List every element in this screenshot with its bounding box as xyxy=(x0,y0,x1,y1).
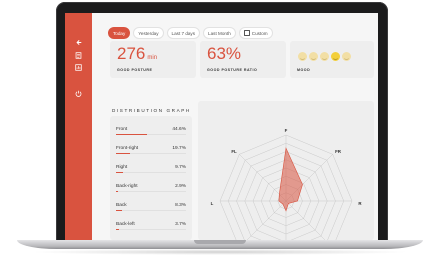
filter-custom[interactable]: Custom xyxy=(238,27,273,39)
mood-option-5-icon[interactable]: ‿ xyxy=(342,52,351,61)
filter-today-label: Today xyxy=(113,30,126,36)
radar-chart-card: F FR R L FL xyxy=(198,101,374,240)
mood-option-3-icon[interactable]: ‿ xyxy=(320,52,329,61)
filter-last-7-days[interactable]: Last 7 days xyxy=(166,27,201,39)
date-filter-bar: Today Yesterday Last 7 days Last Month C… xyxy=(108,27,273,39)
document-icon[interactable] xyxy=(74,51,83,60)
chart-icon[interactable] xyxy=(74,63,83,72)
distribution-percent: 44.6% xyxy=(172,127,186,132)
distribution-bar-fill xyxy=(116,134,148,136)
good-posture-value: 276 min xyxy=(117,45,157,62)
radar-spoke xyxy=(246,200,287,240)
sidebar xyxy=(65,13,92,240)
good-posture-label: GOOD POSTURE xyxy=(117,68,153,72)
distribution-bar-track xyxy=(116,229,186,231)
filter-yesterday[interactable]: Yesterday xyxy=(133,27,164,39)
distribution-percent: 19.7% xyxy=(172,146,186,151)
distribution-label: Back-left xyxy=(116,222,135,227)
distribution-list: Front 44.6% Front-right 19.7% Right 9.7% Back-… xyxy=(110,116,192,240)
filter-yesterday-label: Yesterday xyxy=(138,30,159,36)
radar-axis-label: FR xyxy=(335,149,342,154)
distribution-bar-track xyxy=(116,153,186,155)
filter-last-7-days-label: Last 7 days xyxy=(171,30,196,36)
distribution-bar-fill xyxy=(116,210,122,212)
distribution-row: Front-right 19.7% xyxy=(116,146,186,166)
radar-data-area xyxy=(278,147,303,212)
distribution-bar-track xyxy=(116,172,186,174)
posture-ratio-value: 63% xyxy=(207,44,242,63)
distribution-percent: 8.3% xyxy=(175,203,186,208)
good-posture-card: 276 min GOOD POSTURE xyxy=(110,41,196,78)
power-icon[interactable] xyxy=(74,89,83,98)
posture-ratio-card: 63% GOOD POSTURE RATIO xyxy=(200,41,286,78)
distribution-row: Front 44.6% xyxy=(116,127,186,147)
radar-chart: F FR R L FL xyxy=(211,128,362,240)
mood-option-4-icon[interactable]: ‿ xyxy=(331,52,340,61)
distribution-percent: 9.7% xyxy=(175,165,186,170)
filter-last-month-label: Last Month xyxy=(208,30,231,36)
distribution-bar-fill xyxy=(116,191,119,193)
distribution-row: Back-right 2.9% xyxy=(116,184,186,204)
calendar-icon xyxy=(243,30,250,36)
distribution-label: Back xyxy=(116,203,127,208)
distribution-bar-track xyxy=(116,210,186,212)
distribution-bar-track xyxy=(116,134,186,136)
radar-axis-label: F xyxy=(285,128,288,133)
distribution-bar-fill xyxy=(116,229,119,231)
distribution-label: Back-right xyxy=(116,184,138,189)
distribution-percent: 2.9% xyxy=(175,184,186,189)
distribution-label: Right xyxy=(116,165,128,170)
distribution-row: Back-left 3.7% xyxy=(116,222,186,240)
distribution-bar-fill xyxy=(116,172,123,174)
filter-today[interactable]: Today xyxy=(108,27,131,39)
filter-last-month[interactable]: Last Month xyxy=(203,27,236,39)
laptop-shadow xyxy=(30,249,410,255)
distribution-label: Front xyxy=(116,127,128,132)
app-screen: Today Yesterday Last 7 days Last Month C… xyxy=(65,13,378,240)
mood-option-1-icon[interactable]: ‿ xyxy=(298,52,307,61)
distribution-row: Right 9.7% xyxy=(116,165,186,185)
distribution-row: Back 8.3% xyxy=(116,203,186,223)
filter-custom-label: Custom xyxy=(251,30,268,36)
distribution-label: Front-right xyxy=(116,146,139,151)
laptop-notch xyxy=(194,240,246,244)
radar-axis-label: FL xyxy=(231,149,237,154)
good-posture-unit: min xyxy=(147,55,158,61)
mood-selector: ‿ ‿ ‿ ‿ ‿ xyxy=(298,52,351,61)
radar-spoke xyxy=(285,200,326,240)
mood-label: MOOD xyxy=(297,68,311,72)
back-arrow-icon[interactable] xyxy=(74,38,83,47)
radar-axis-label: L xyxy=(211,201,214,206)
section-title: DISTRIBUTION GRAPH xyxy=(112,108,191,113)
radar-axis-label: R xyxy=(358,201,362,206)
distribution-bar-track xyxy=(116,191,186,193)
distribution-bar-fill xyxy=(116,153,130,155)
mood-option-2-icon[interactable]: ‿ xyxy=(309,52,318,61)
mood-card: ‿ ‿ ‿ ‿ ‿ MOOD xyxy=(290,41,374,78)
good-posture-number: 276 xyxy=(117,44,146,63)
distribution-percent: 3.7% xyxy=(175,222,186,227)
posture-ratio-label: GOOD POSTURE RATIO xyxy=(207,68,258,72)
